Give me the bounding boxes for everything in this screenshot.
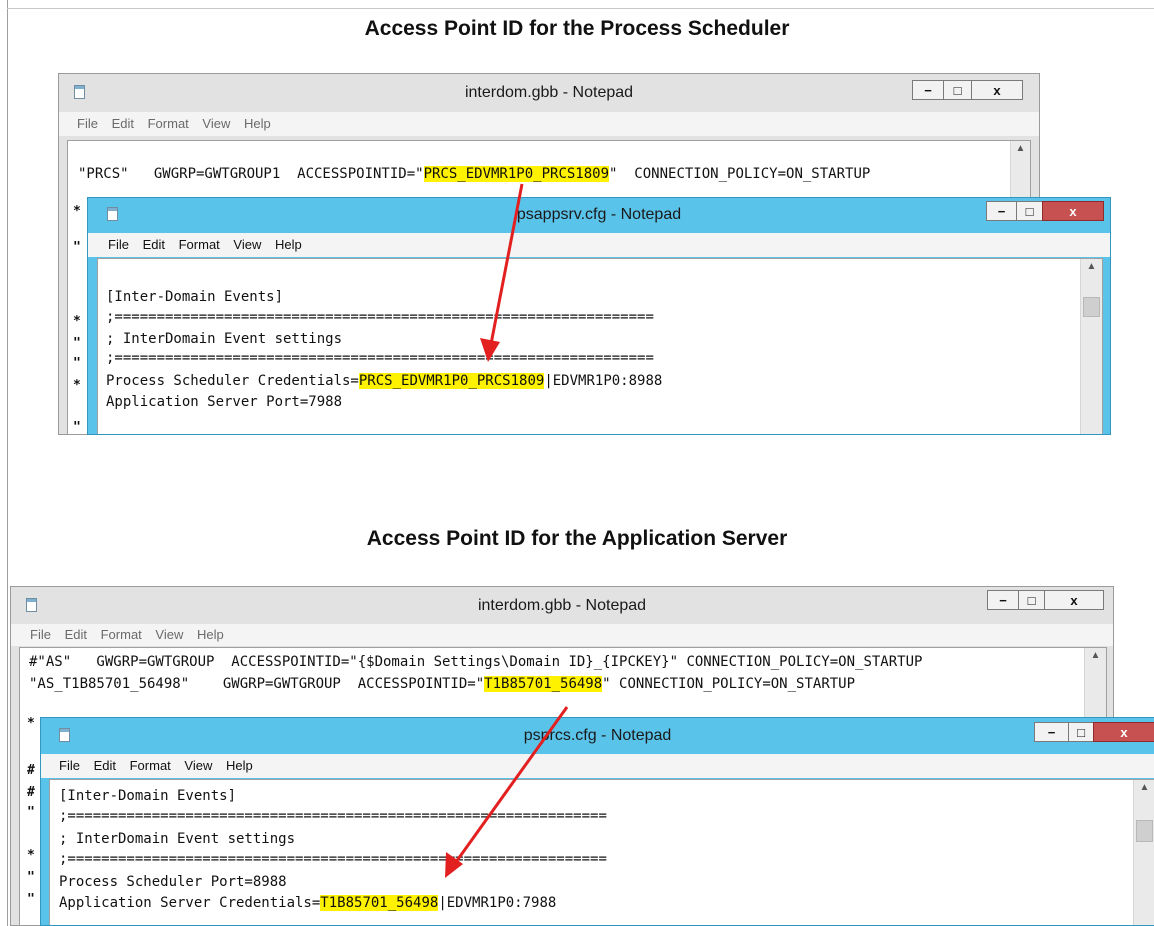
top-arrow-head-icon [480,338,500,362]
annotation-arrows [445,183,569,878]
bottom-arrow-line [454,706,569,863]
top-arrow-line [489,183,524,345]
